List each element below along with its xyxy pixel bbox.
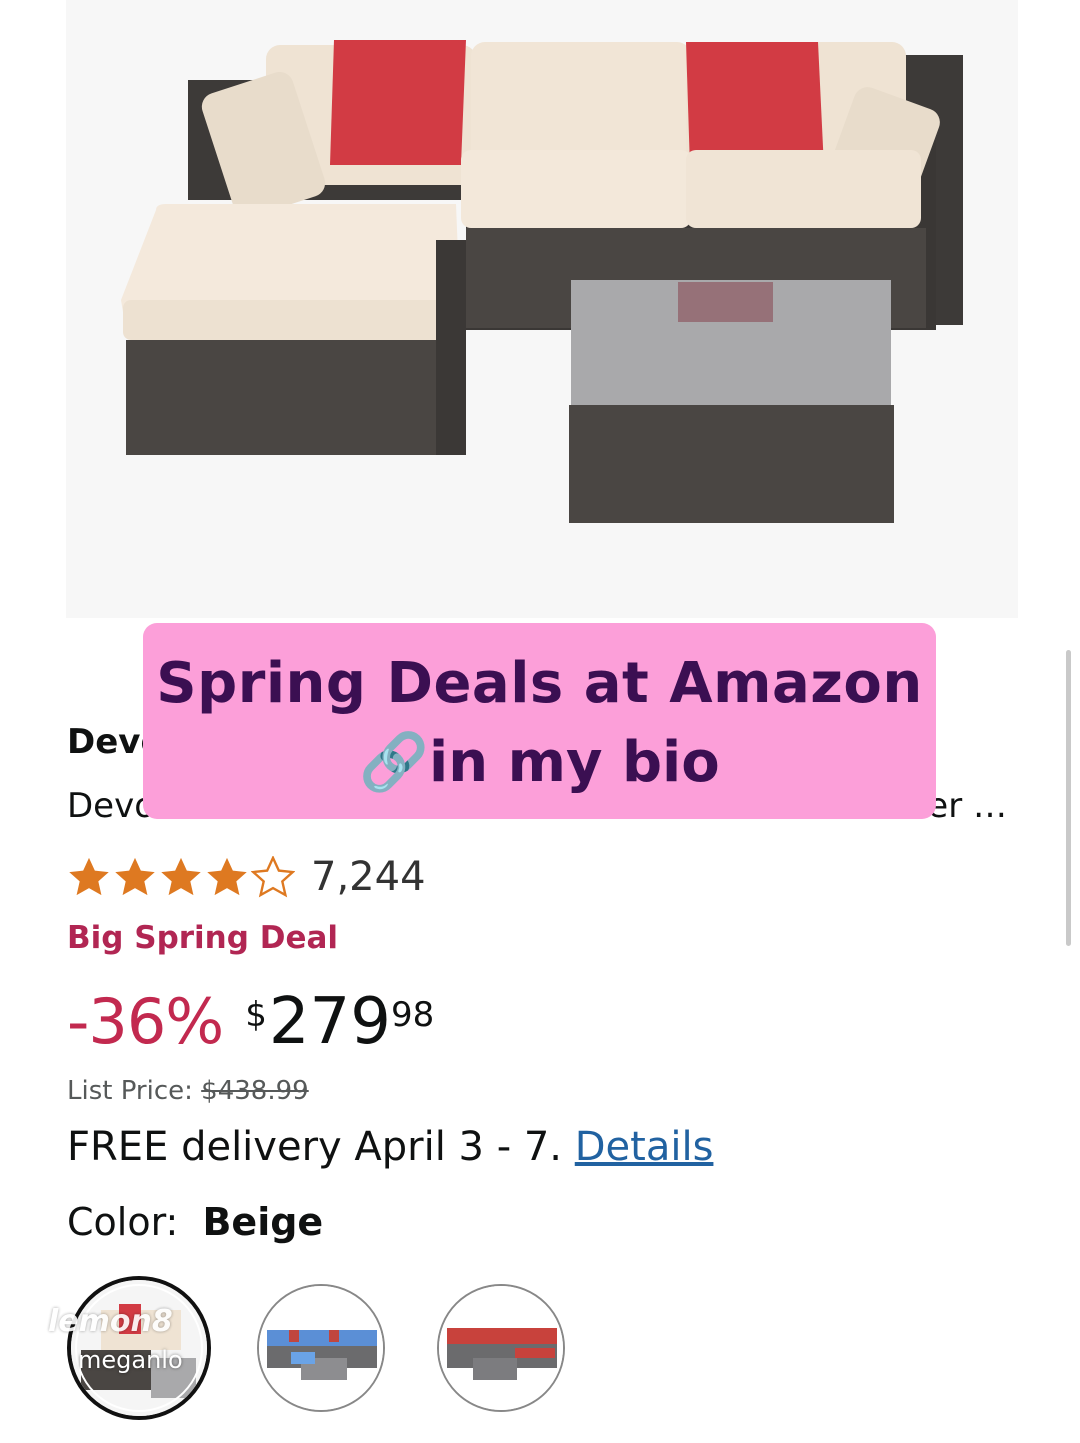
lemon8-watermark: lemon8 (48, 1304, 173, 1339)
product-image[interactable] (66, 0, 1018, 618)
swatch-blue[interactable] (257, 1284, 385, 1412)
price-whole: 279 (268, 985, 391, 1059)
review-count[interactable]: 7,244 (311, 854, 426, 900)
price-row: -36% $ 279 98 (67, 985, 434, 1065)
promo-line-1: Spring Deals at Amazon (156, 651, 923, 716)
star-rating (67, 856, 297, 898)
color-value: Beige (202, 1200, 324, 1244)
swatch-red[interactable] (437, 1284, 565, 1412)
delivery-text: FREE delivery April 3 - 7. (67, 1124, 563, 1170)
star-full-icon (115, 857, 155, 896)
swatch-blue-image (259, 1286, 383, 1410)
list-price-value: $438.99 (201, 1076, 309, 1106)
promo-overlay: Spring Deals at Amazon 🔗in my bio (143, 623, 936, 819)
star-full-icon (69, 857, 109, 896)
product-title-text: Devo (67, 786, 156, 826)
link-icon: 🔗 (359, 730, 430, 795)
list-price-label: List Price: (67, 1076, 193, 1106)
sofa-illustration (121, 40, 963, 523)
star-empty-icon (251, 856, 295, 898)
swatch-red-image (439, 1286, 563, 1410)
price: $ 279 98 (245, 985, 434, 1059)
color-label: Color: (67, 1200, 179, 1244)
promo-line-2: 🔗in my bio (143, 729, 936, 795)
discount-percent: -36% (67, 985, 224, 1058)
price-currency: $ (245, 995, 267, 1035)
price-fraction: 98 (390, 995, 435, 1035)
delivery-info: FREE delivery April 3 - 7. Details (67, 1124, 713, 1170)
deal-badge: Big Spring Deal (67, 920, 339, 956)
delivery-details-link[interactable]: Details (575, 1124, 714, 1170)
star-full-icon (161, 857, 201, 896)
rating-row[interactable]: 7,244 (67, 852, 426, 902)
promo-line-2-text: in my bio (429, 730, 720, 795)
watermark-username: meganlo (78, 1346, 183, 1374)
star-full-icon (207, 857, 247, 896)
scrollbar[interactable] (1066, 650, 1071, 946)
color-selector-label: Color: Beige (67, 1200, 323, 1244)
list-price: List Price: $438.99 (67, 1076, 309, 1106)
